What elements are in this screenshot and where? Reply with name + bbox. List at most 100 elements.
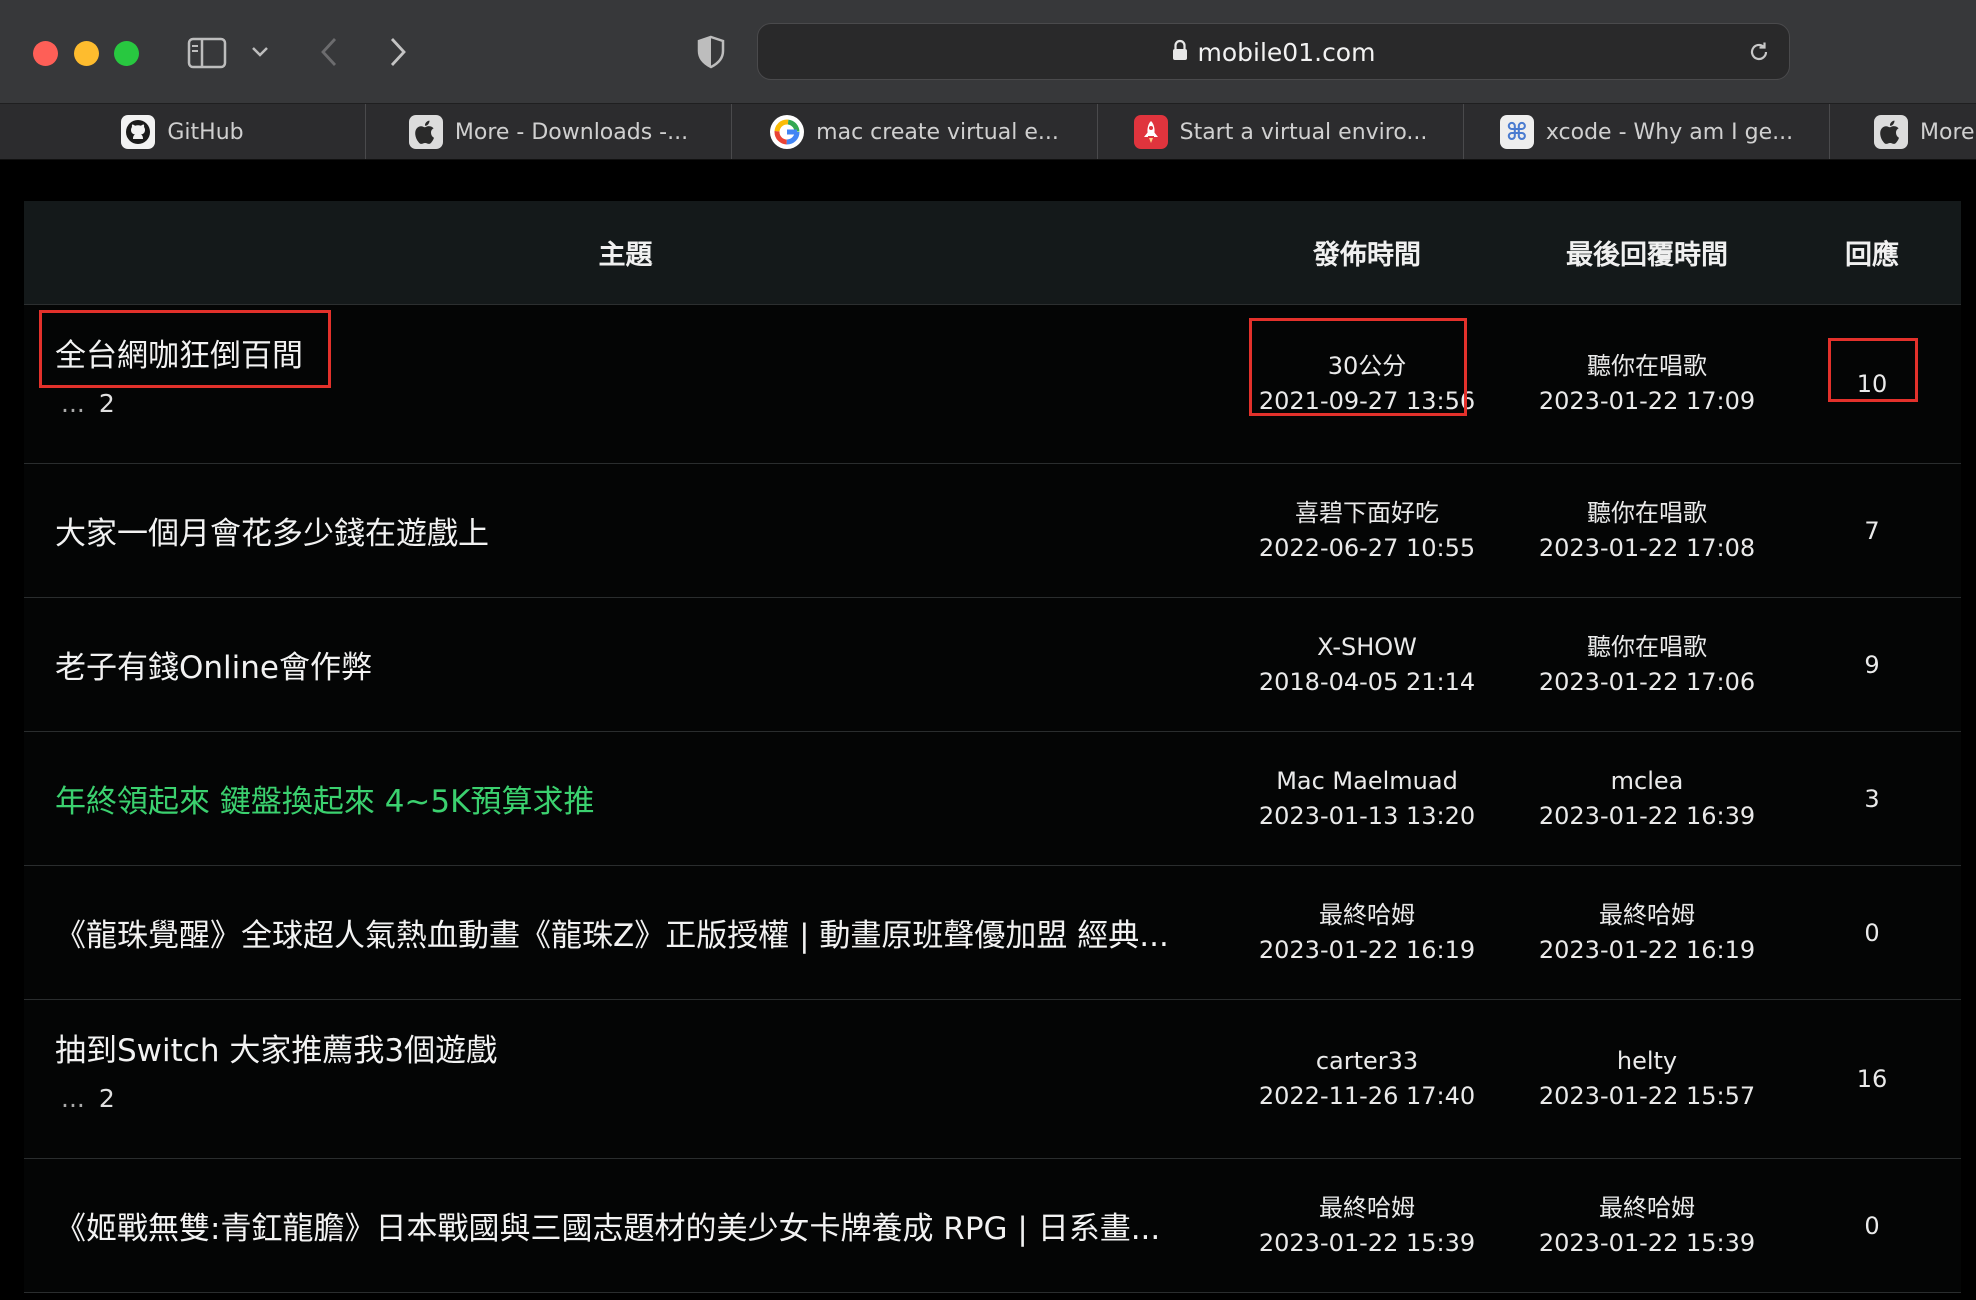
last-user-link[interactable]: 聽你在唱歌 [1507, 349, 1787, 384]
last-user-link[interactable]: 最終哈姆 [1507, 1191, 1787, 1226]
table-row: 大家一個月會花多少錢在遊戲上 喜碧下面好吃 2022-06-27 10:55 聽… [24, 464, 1961, 598]
address-bar[interactable]: mobile01.com [757, 23, 1790, 80]
published-cell: Mac Maelmuad 2023-01-13 13:20 [1227, 764, 1507, 834]
sidebar-toggle-icon[interactable] [186, 33, 228, 73]
header-published[interactable]: 發佈時間 [1227, 233, 1507, 272]
header-last-reply[interactable]: 最後回覆時間 [1507, 233, 1787, 272]
last-user-link[interactable]: helty [1507, 1044, 1787, 1079]
apple-icon [1874, 115, 1908, 149]
author-link[interactable]: X-SHOW [1227, 630, 1507, 665]
last-reply-cell: mclea 2023-01-22 16:39 [1507, 764, 1787, 834]
topic-title-link[interactable]: 老子有錢Online會作弊 [55, 642, 1225, 687]
reply-count: 7 [1864, 516, 1880, 545]
last-reply-date: 2023-01-22 17:08 [1538, 533, 1756, 562]
topic-title-link[interactable]: 年終領起來 鍵盤換起來 4~5K預算求推 [55, 776, 1225, 821]
favorite-xcode[interactable]: ⌘ xcode - Why am I ge... [1464, 104, 1830, 159]
topic-cell: 抽到Switch 大家推薦我3個遊戲 ... 2 [24, 1033, 1227, 1113]
last-reply-date: 2023-01-22 17:06 [1538, 667, 1756, 696]
table-row: 全台網咖狂倒百間 ... 2 30公分 2021-09-27 13:56 聽你在… [24, 305, 1961, 464]
favorite-label: Start a virtual enviro... [1179, 119, 1428, 145]
browser-toolbar: mobile01.com [0, 0, 1976, 104]
favorite-github[interactable]: GitHub [0, 104, 366, 159]
last-reply-date: 2023-01-22 15:57 [1538, 1082, 1756, 1110]
published-cell: carter33 2022-11-26 17:40 [1227, 1044, 1507, 1114]
last-user-link[interactable]: mclea [1507, 764, 1787, 799]
published-date: 2023-01-22 15:39 [1258, 1228, 1476, 1257]
favorite-start-virtual-env[interactable]: Start a virtual enviro... [1098, 104, 1464, 159]
published-cell: 喜碧下面好吃 2022-06-27 10:55 [1227, 496, 1507, 566]
last-reply-cell: 最終哈姆 2023-01-22 15:39 [1507, 1191, 1787, 1261]
last-reply-cell: 聽你在唱歌 2023-01-22 17:09 [1507, 349, 1787, 419]
last-user-link[interactable]: 最終哈姆 [1507, 898, 1787, 933]
table-header: 主題 發佈時間 最後回覆時間 回應 [24, 201, 1961, 305]
published-cell: 最終哈姆 2023-01-22 16:19 [1227, 898, 1507, 968]
published-date: 2022-06-27 10:55 [1258, 533, 1476, 562]
author-link[interactable]: 最終哈姆 [1227, 1191, 1507, 1226]
published-date: 2023-01-22 16:19 [1258, 935, 1476, 964]
table-row: 《姬戰無雙:青釭龍膽》日本戰國與三國志題材的美少女卡牌養成 RPG | 日系畫.… [24, 1159, 1961, 1293]
rocket-icon [1133, 115, 1168, 149]
topic-cell: 老子有錢Online會作弊 [24, 642, 1227, 687]
reload-icon[interactable] [1745, 38, 1773, 66]
lock-icon [1172, 38, 1188, 67]
favorite-more-downloads[interactable]: More - Downloads -... [366, 104, 732, 159]
topic-table: 主題 發佈時間 最後回覆時間 回應 全台網咖狂倒百間 ... 2 30公分 20… [24, 201, 1961, 1293]
topic-title-link[interactable]: 《姬戰無雙:青釭龍膽》日本戰國與三國志題材的美少女卡牌養成 RPG | 日系畫.… [55, 1203, 1215, 1248]
favorite-label: More - [1920, 119, 1976, 145]
author-link[interactable]: carter33 [1227, 1044, 1507, 1079]
topic-cell: 年終領起來 鍵盤換起來 4~5K預算求推 [24, 776, 1227, 821]
pager-page-link[interactable]: 2 [99, 1084, 115, 1113]
google-icon [770, 115, 805, 149]
topic-pager: ... 2 [55, 1084, 1227, 1113]
pager-page-link[interactable]: 2 [99, 389, 115, 418]
reply-count: 0 [1864, 918, 1880, 947]
last-reply-date: 2023-01-22 16:39 [1538, 801, 1756, 830]
topic-cell: 《姬戰無雙:青釭龍膽》日本戰國與三國志題材的美少女卡牌養成 RPG | 日系畫.… [24, 1203, 1227, 1248]
last-reply-cell: 最終哈姆 2023-01-22 16:19 [1507, 898, 1787, 968]
reply-count: 9 [1864, 650, 1880, 679]
author-link[interactable]: 喜碧下面好吃 [1227, 496, 1507, 531]
favorite-mac-create-virtual[interactable]: mac create virtual e... [732, 104, 1098, 159]
header-topic[interactable]: 主題 [24, 233, 1227, 272]
topic-cell: 《龍珠覺醒》全球超人氣熱血動畫《龍珠Z》正版授權 | 動畫原班聲優加盟 經典..… [24, 910, 1227, 955]
last-user-link[interactable]: 聽你在唱歌 [1507, 496, 1787, 531]
favorites-bar: GitHub More - Downloads -... mac create … [0, 104, 1976, 160]
topic-title-link[interactable]: 全台網咖狂倒百間 [55, 330, 1225, 375]
command-icon: ⌘ [1499, 115, 1534, 149]
last-reply-date: 2023-01-22 16:19 [1538, 935, 1756, 964]
topic-title-link[interactable]: 抽到Switch 大家推薦我3個遊戲 [55, 1025, 1225, 1070]
last-user-link[interactable]: 聽你在唱歌 [1507, 630, 1787, 665]
forward-icon[interactable] [383, 34, 413, 70]
reply-count: 16 [1856, 1065, 1888, 1093]
reply-count: 0 [1864, 1211, 1880, 1240]
table-row: 抽到Switch 大家推薦我3個遊戲 ... 2 carter33 2022-1… [24, 1000, 1961, 1159]
apple-icon [408, 115, 443, 149]
back-icon[interactable] [314, 34, 344, 70]
author-link[interactable]: 30公分 [1227, 349, 1507, 384]
topic-title-link[interactable]: 《龍珠覺醒》全球超人氣熱血動畫《龍珠Z》正版授權 | 動畫原班聲優加盟 經典..… [55, 910, 1215, 955]
table-row: 老子有錢Online會作弊 X-SHOW 2018-04-05 21:14 聽你… [24, 598, 1961, 732]
pager-ellipsis: ... [61, 1084, 85, 1113]
reply-count: 3 [1864, 784, 1880, 813]
close-window-button[interactable] [33, 41, 58, 66]
favorite-more[interactable]: More - [1830, 104, 1976, 159]
topic-cell: 大家一個月會花多少錢在遊戲上 [24, 508, 1227, 553]
favorite-label: More - Downloads -... [454, 119, 689, 145]
author-link[interactable]: 最終哈姆 [1227, 898, 1507, 933]
chevron-down-icon[interactable] [248, 40, 272, 64]
header-replies[interactable]: 回應 [1787, 233, 1957, 272]
github-icon [121, 115, 156, 149]
privacy-shield-icon[interactable] [695, 32, 727, 72]
table-row: 《龍珠覺醒》全球超人氣熱血動畫《龍珠Z》正版授權 | 動畫原班聲優加盟 經典..… [24, 866, 1961, 1000]
url-text: mobile01.com [1197, 38, 1376, 67]
zoom-window-button[interactable] [114, 41, 139, 66]
topic-title-link[interactable]: 大家一個月會花多少錢在遊戲上 [55, 508, 1225, 553]
table-row: 年終領起來 鍵盤換起來 4~5K預算求推 Mac Maelmuad 2023-0… [24, 732, 1961, 866]
published-date: 2018-04-05 21:14 [1258, 667, 1476, 696]
favorite-label: mac create virtual e... [816, 119, 1059, 145]
author-link[interactable]: Mac Maelmuad [1227, 764, 1507, 799]
published-date: 2021-09-27 13:56 [1258, 387, 1476, 415]
favorite-label: GitHub [167, 119, 244, 145]
reply-count-value: 10 [1856, 370, 1888, 398]
minimize-window-button[interactable] [74, 41, 99, 66]
